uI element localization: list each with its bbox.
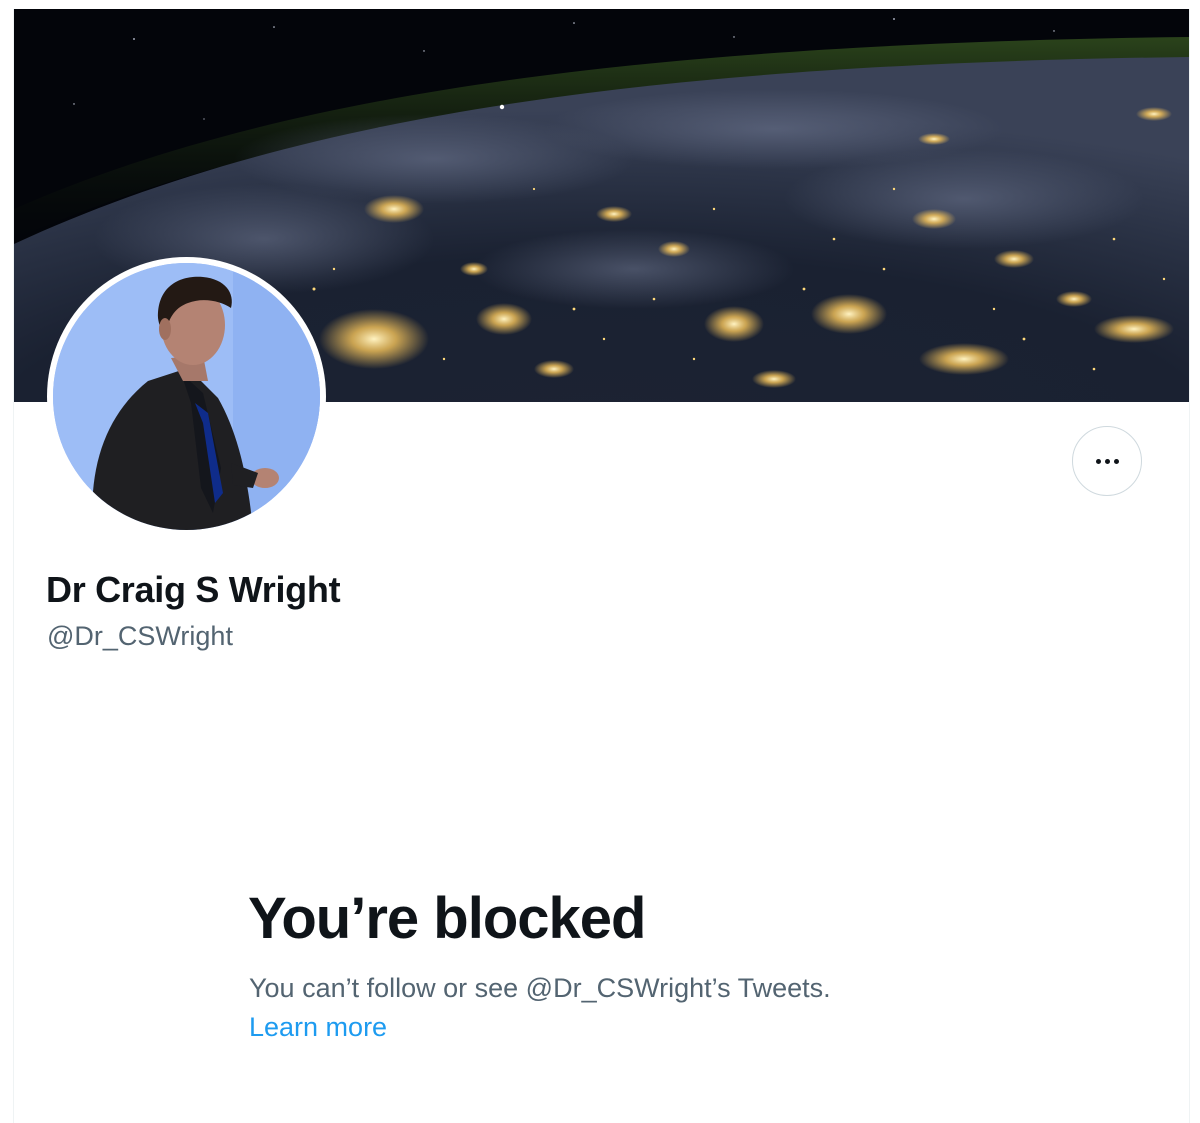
profile-display-name: Dr Craig S Wright: [46, 569, 341, 610]
more-options-button[interactable]: [1072, 426, 1142, 496]
learn-more-link[interactable]: Learn more: [249, 1012, 387, 1043]
profile-avatar[interactable]: [47, 257, 326, 536]
profile-handle: @Dr_CSWright: [47, 621, 233, 651]
blocked-message: You can’t follow or see @Dr_CSWright’s T…: [249, 973, 831, 1003]
avatar-photo: [53, 263, 320, 530]
profile-page: Dr Craig S Wright @Dr_CSWright You’re bl…: [13, 9, 1190, 1123]
dot: [1095, 458, 1101, 464]
dot: [1104, 458, 1110, 464]
more-dots-icon: [1095, 458, 1119, 464]
dot: [1113, 458, 1119, 464]
blocked-title: You’re blocked: [248, 886, 646, 951]
profile-photo: [53, 263, 320, 530]
